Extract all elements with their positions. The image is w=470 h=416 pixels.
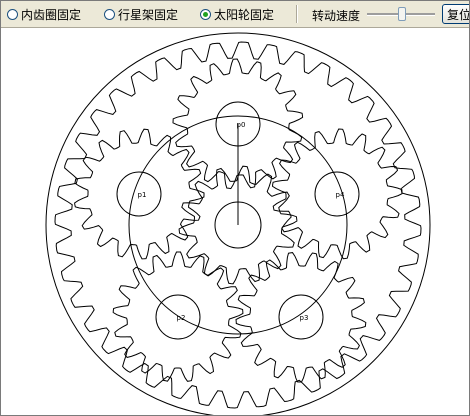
planet-label: p0 [237, 121, 246, 129]
speed-slider[interactable] [367, 6, 435, 22]
radio-indicator[interactable] [200, 9, 211, 20]
reset-button[interactable]: 复位 [442, 4, 469, 24]
radio-label: 行星架固定 [118, 8, 179, 22]
radio-carrier-fixed[interactable]: 行星架固定 [104, 7, 178, 22]
planetary-gear-drawing: p0 p1 p2 p3 p4 [45, 32, 431, 415]
radio-indicator[interactable] [7, 9, 18, 20]
planet-label: p2 [177, 314, 186, 322]
toolbar: 内齿圈固定 行星架固定 太阳轮固定 转动速度 复位 [1, 1, 469, 28]
planet-label: p3 [300, 314, 309, 322]
speed-label: 转动速度 [312, 9, 361, 23]
drawing-canvas: p0 p1 p2 p3 p4 [1, 28, 469, 415]
app-window: 内齿圈固定 行星架固定 太阳轮固定 转动速度 复位 p0 p1 p2 p3 p4 [0, 0, 470, 416]
planet-label: p1 [138, 191, 147, 199]
slider-thumb[interactable] [398, 7, 406, 21]
radio-ring-fixed[interactable]: 内齿圈固定 [7, 7, 81, 22]
radio-sun-fixed[interactable]: 太阳轮固定 [200, 7, 274, 22]
radio-label: 太阳轮固定 [214, 8, 275, 22]
toolbar-separator [296, 5, 298, 23]
radio-label: 内齿圈固定 [21, 8, 82, 22]
planet-label: p4 [336, 191, 345, 199]
radio-indicator[interactable] [104, 9, 115, 20]
